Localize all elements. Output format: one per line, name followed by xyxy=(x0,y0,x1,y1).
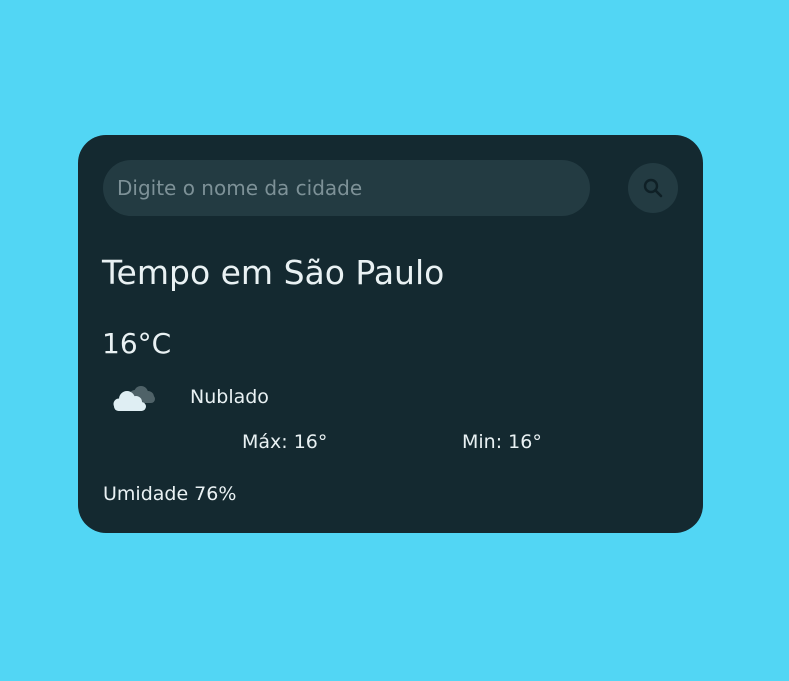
humidity-value: Umidade 76% xyxy=(103,483,237,505)
city-search-input[interactable] xyxy=(103,160,590,216)
temperature-value: 16°C xyxy=(102,327,172,360)
weather-description: Nublado xyxy=(190,386,269,408)
search-icon xyxy=(643,178,663,198)
max-temperature: Máx: 16° xyxy=(242,431,328,453)
search-button[interactable] xyxy=(628,163,678,213)
min-temperature: Min: 16° xyxy=(462,431,542,453)
cloud-icon xyxy=(113,386,155,411)
weather-card: Tempo em São Paulo 16°C Nublado Máx: 16°… xyxy=(78,135,703,533)
weather-title: Tempo em São Paulo xyxy=(102,253,445,292)
